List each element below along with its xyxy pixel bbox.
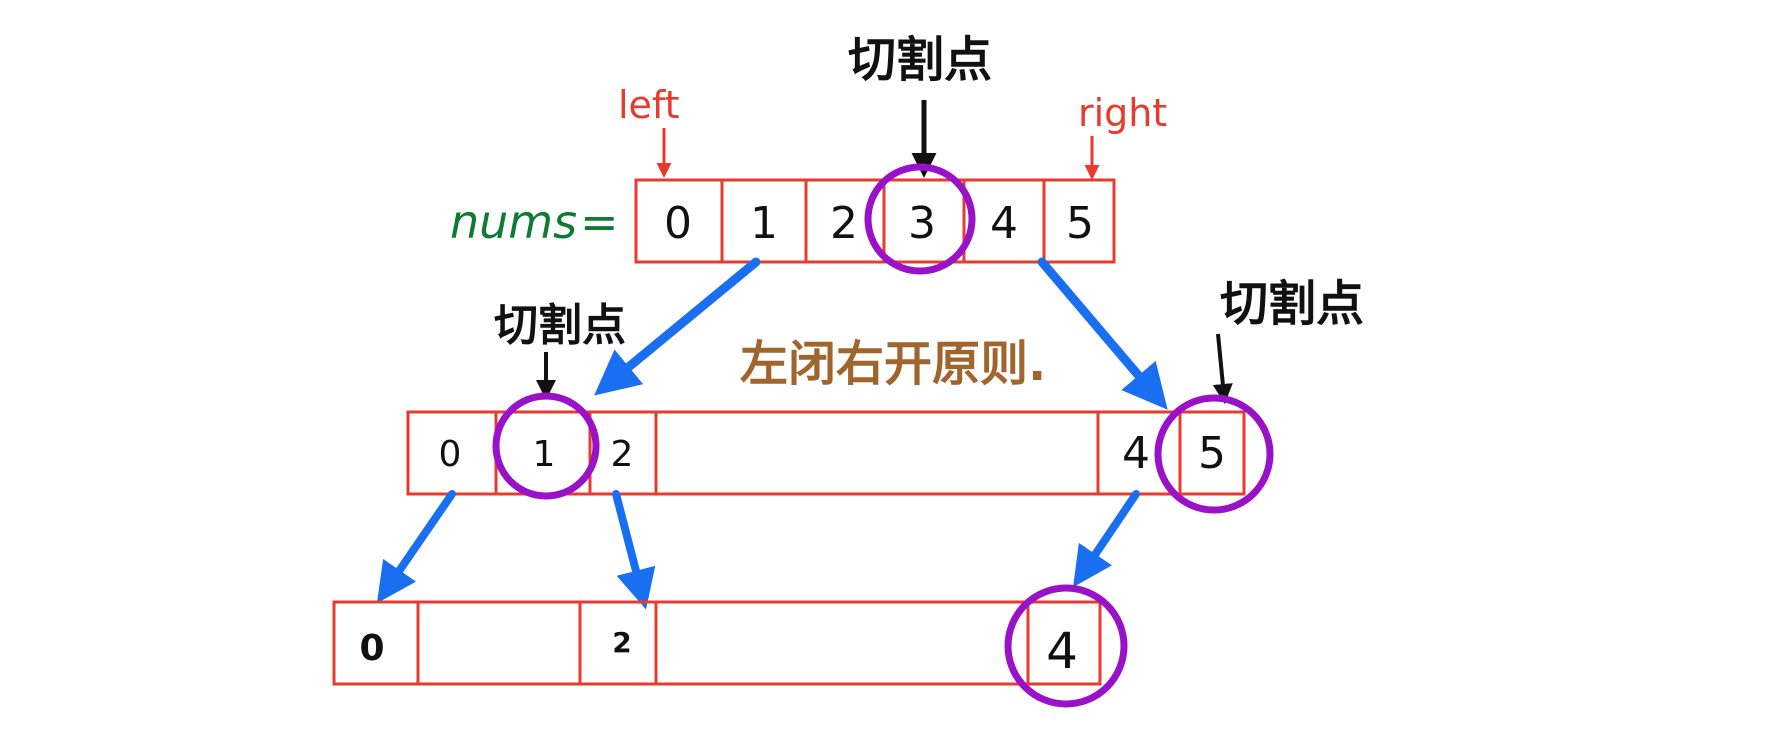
row2-cell-4: 4: [1122, 428, 1150, 479]
row2-cell-5: 5: [1198, 428, 1226, 479]
split-point-label-top: 切割点: [848, 32, 992, 88]
row3-cell-0: 0: [359, 628, 384, 669]
row3-cell-2: 2: [612, 626, 631, 659]
blue-arrow-left-branch: [594, 257, 761, 396]
left-pointer-label: left: [618, 83, 680, 127]
blue-arrow-to-2: [612, 490, 656, 610]
blue-arrow-to-0: [376, 490, 456, 604]
split-pointer-right: [1212, 333, 1233, 404]
array-cell-0: 0: [664, 198, 692, 249]
array-cell-3: 3: [908, 198, 936, 249]
array-cell-4: 4: [990, 198, 1018, 249]
array-cell-2: 2: [830, 198, 858, 249]
blue-arrow-to-4: [1073, 490, 1140, 588]
row2-cell-2: 2: [611, 434, 634, 475]
half-open-rule-label: 左闭右开原则.: [740, 336, 1046, 392]
split-point-label-right: 切割点: [1220, 276, 1364, 332]
row3-cell-4: 4: [1046, 622, 1078, 680]
array-cell-1: 1: [750, 198, 778, 249]
row2-cell-0: 0: [439, 434, 462, 475]
array-equals-sign: =: [580, 195, 619, 249]
array-name-label: nums: [450, 195, 577, 249]
blue-arrow-right-branch: [1037, 257, 1168, 410]
split-point-label-left: 切割点: [494, 300, 626, 351]
array-split-diagram: 切割点 left right nums = 0 1 2 3 4 5 切割点 左闭…: [332, 32, 1364, 708]
row2-cell-1: 1: [533, 434, 556, 475]
array-cell-5: 5: [1066, 198, 1094, 249]
array-row-2: 0 1 2 4 5: [406, 410, 1246, 496]
array-row-3: 0 2 4: [332, 600, 1102, 686]
right-pointer-label: right: [1078, 91, 1167, 135]
